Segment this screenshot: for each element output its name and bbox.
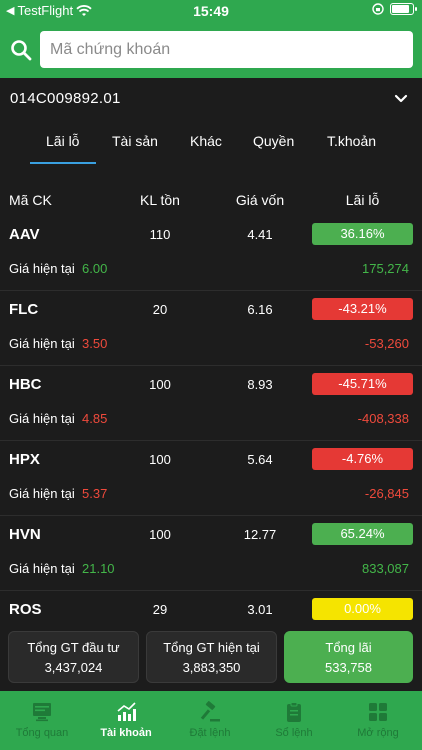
row-current-label: Giá hiện tại bbox=[9, 486, 75, 501]
tab-bar: Lãi lỗ Tài sản Khác Quyền T.khoản bbox=[0, 118, 422, 166]
row-symbol: AAV bbox=[9, 226, 40, 243]
row-cost: 4.41 bbox=[247, 227, 273, 242]
grid-icon bbox=[369, 703, 387, 721]
search-bar bbox=[0, 22, 422, 78]
table-row[interactable]: AAV 110 4.41 36.16% Giá hiện tại 6.00 17… bbox=[0, 216, 422, 291]
row-volume: 100 bbox=[149, 527, 171, 542]
total-invested-value: 3,437,024 bbox=[44, 660, 103, 675]
table-row[interactable]: HPX 100 5.64 -4.76% Giá hiện tại 5.37 -2… bbox=[0, 441, 422, 516]
account-selector[interactable]: 014C009892.01 bbox=[0, 78, 422, 118]
header-symbol: Mã CK bbox=[9, 192, 52, 208]
header-volume: KL tồn bbox=[140, 192, 180, 208]
battery-icon bbox=[390, 3, 417, 15]
nav-account[interactable]: Tài khoản bbox=[84, 701, 168, 739]
row-cost: 5.64 bbox=[247, 452, 273, 467]
table-row[interactable]: HBC 100 8.93 -45.71% Giá hiện tại 4.85 -… bbox=[0, 366, 422, 441]
row-current-label: Giá hiện tại bbox=[9, 336, 75, 351]
row-current-price: 4.85 bbox=[82, 411, 108, 426]
active-tab-indicator bbox=[30, 162, 96, 164]
row-volume: 110 bbox=[149, 227, 171, 242]
row-symbol: FLC bbox=[9, 301, 39, 318]
row-current-price: 21.10 bbox=[82, 561, 115, 576]
row-current-label: Giá hiện tại bbox=[9, 411, 75, 426]
row-current-price: 5.37 bbox=[82, 486, 108, 501]
row-current-label: Giá hiện tại bbox=[9, 261, 75, 276]
row-pl-percent: 36.16% bbox=[312, 223, 413, 245]
row-pl-value: -408,338 bbox=[357, 411, 409, 426]
nav-label: Đặt lệnh bbox=[189, 727, 231, 739]
account-id: 014C009892.01 bbox=[10, 89, 121, 107]
chevron-down-icon[interactable] bbox=[394, 92, 408, 106]
total-invested-box: Tổng GT đầu tư 3,437,024 bbox=[8, 631, 139, 683]
row-cost: 8.93 bbox=[247, 377, 273, 392]
nav-extensions[interactable]: Mở rộng bbox=[336, 701, 420, 739]
row-current-label: Giá hiện tại bbox=[9, 561, 75, 576]
nav-label: Sổ lệnh bbox=[275, 727, 313, 739]
row-pl-value: -53,260 bbox=[364, 336, 409, 351]
row-cost: 6.16 bbox=[247, 302, 273, 317]
row-symbol: HVN bbox=[9, 526, 41, 543]
row-symbol: ROS bbox=[9, 601, 42, 618]
row-pl-percent: 65.24% bbox=[312, 523, 413, 545]
row-volume: 20 bbox=[152, 302, 168, 317]
row-volume: 100 bbox=[149, 377, 171, 392]
tab-rights[interactable]: Quyền bbox=[253, 133, 294, 149]
total-profit-value: 533,758 bbox=[325, 660, 372, 675]
nav-label: Tài khoản bbox=[100, 727, 152, 739]
tab-other[interactable]: Khác bbox=[190, 133, 222, 149]
status-time: 15:49 bbox=[193, 3, 229, 19]
row-volume: 29 bbox=[152, 602, 168, 617]
nav-place-order[interactable]: Đặt lệnh bbox=[168, 701, 252, 739]
row-cost: 12.77 bbox=[243, 527, 277, 542]
row-pl-value: -26,845 bbox=[364, 486, 409, 501]
row-pl-percent: -45.71% bbox=[312, 373, 413, 395]
monitor-icon bbox=[33, 703, 51, 722]
nav-overview[interactable]: Tổng quan bbox=[0, 701, 84, 739]
row-current-price: 6.00 bbox=[82, 261, 108, 276]
header-profit-loss: Lãi lỗ bbox=[345, 192, 380, 208]
search-input[interactable] bbox=[40, 31, 413, 68]
row-pl-value: 175,274 bbox=[362, 261, 409, 276]
total-current-box: Tổng GT hiện tại 3,883,350 bbox=[146, 631, 277, 683]
orientation-lock-icon bbox=[372, 3, 384, 15]
row-cost: 3.01 bbox=[247, 602, 273, 617]
total-current-value: 3,883,350 bbox=[182, 660, 241, 675]
search-icon[interactable] bbox=[9, 38, 33, 62]
row-symbol: HPX bbox=[9, 451, 40, 468]
clipboard-icon bbox=[287, 702, 301, 722]
total-profit-box: Tổng lãi 533,758 bbox=[284, 631, 413, 683]
total-profit-label: Tổng lãi bbox=[325, 640, 372, 655]
row-current-price: 3.50 bbox=[82, 336, 108, 351]
tab-profit-loss[interactable]: Lãi lỗ bbox=[46, 133, 79, 149]
row-pl-value: 833,087 bbox=[362, 561, 409, 576]
total-current-label: Tổng GT hiện tại bbox=[163, 640, 260, 655]
status-bar: ◀ TestFlight 15:49 bbox=[0, 0, 422, 22]
row-symbol: HBC bbox=[9, 376, 42, 393]
tab-assets[interactable]: Tài sản bbox=[112, 133, 158, 149]
summary-bar: Tổng GT đầu tư 3,437,024 Tổng GT hiện tạ… bbox=[0, 623, 422, 691]
row-volume: 100 bbox=[149, 452, 171, 467]
status-right bbox=[372, 3, 417, 15]
bar-chart-icon bbox=[117, 702, 136, 721]
battery-level bbox=[392, 5, 410, 13]
nav-label: Tổng quan bbox=[15, 727, 69, 739]
nav-order-book[interactable]: Sổ lệnh bbox=[252, 701, 336, 739]
header-cost: Giá vốn bbox=[235, 192, 285, 208]
row-pl-percent: 0.00% bbox=[312, 598, 413, 620]
tab-account[interactable]: T.khoản bbox=[327, 133, 376, 149]
row-pl-percent: -4.76% bbox=[312, 448, 413, 470]
gavel-icon bbox=[200, 701, 220, 722]
table-row[interactable]: FLC 20 6.16 -43.21% Giá hiện tại 3.50 -5… bbox=[0, 291, 422, 366]
row-pl-percent: -43.21% bbox=[312, 298, 413, 320]
total-invested-label: Tổng GT đầu tư bbox=[27, 640, 120, 655]
table-row[interactable]: HVN 100 12.77 65.24% Giá hiện tại 21.10 … bbox=[0, 516, 422, 591]
nav-label: Mở rộng bbox=[357, 727, 399, 739]
bottom-nav: Tổng quan Tài khoản Đặt lệnh Sổ lệnh Mở … bbox=[0, 691, 422, 750]
table-header: Mã CK KL tồn Giá vốn Lãi lỗ bbox=[0, 186, 422, 212]
